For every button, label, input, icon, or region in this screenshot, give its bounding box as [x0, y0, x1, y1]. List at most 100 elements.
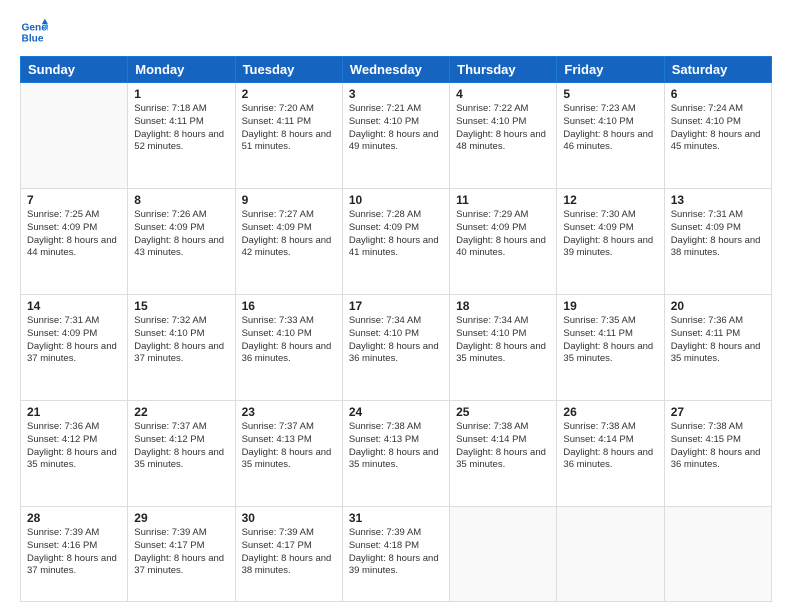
sunset-text: Sunset: 4:15 PM — [671, 434, 765, 447]
day-info: Sunrise: 7:36 AMSunset: 4:11 PMDaylight:… — [671, 315, 765, 366]
calendar-cell: 31Sunrise: 7:39 AMSunset: 4:18 PMDayligh… — [342, 506, 449, 601]
sunset-text: Sunset: 4:11 PM — [563, 328, 657, 341]
daylight-text: Daylight: 8 hours and46 minutes. — [563, 129, 657, 155]
calendar-cell: 27Sunrise: 7:38 AMSunset: 4:15 PMDayligh… — [664, 400, 771, 506]
sunrise-text: Sunrise: 7:24 AM — [671, 103, 765, 116]
calendar-cell — [450, 506, 557, 601]
sunset-text: Sunset: 4:10 PM — [671, 116, 765, 129]
sunrise-text: Sunrise: 7:21 AM — [349, 103, 443, 116]
calendar-cell: 3 Sunrise: 7:21 AMSunset: 4:10 PMDaylight… — [342, 83, 449, 189]
sunrise-text: Sunrise: 7:30 AM — [563, 209, 657, 222]
sunset-text: Sunset: 4:14 PM — [456, 434, 550, 447]
calendar-cell: 17 Sunrise: 7:34 AMSunset: 4:10 PMDayligh… — [342, 294, 449, 400]
calendar-cell: 22 Sunrise: 7:37 AMSunset: 4:12 PMDayligh… — [128, 400, 235, 506]
day-number: 9 — [242, 193, 336, 207]
sunset-text: Sunset: 4:12 PM — [27, 434, 121, 447]
day-info: Sunrise: 7:25 AMSunset: 4:09 PMDaylight:… — [27, 209, 121, 260]
day-number: 1 — [134, 87, 228, 101]
day-info: Sunrise: 7:31 AMSunset: 4:09 PMDaylight:… — [671, 209, 765, 260]
week-row-2: 7Sunrise: 7:25 AMSunset: 4:09 PMDaylight… — [21, 188, 772, 294]
sunrise-text: Sunrise: 7:33 AM — [242, 315, 336, 328]
weekday-header-wednesday: Wednesday — [342, 57, 449, 83]
svg-text:Blue: Blue — [22, 33, 44, 44]
calendar-cell: 19Sunrise: 7:35 AMSunset: 4:11 PMDayligh… — [557, 294, 664, 400]
daylight-text: Daylight: 8 hours and45 minutes. — [671, 129, 765, 155]
day-number: 16 — [242, 299, 336, 313]
sunset-text: Sunset: 4:09 PM — [27, 328, 121, 341]
day-info: Sunrise: 7:34 AMSunset: 4:10 PMDaylight:… — [349, 315, 443, 366]
sunset-text: Sunset: 4:09 PM — [456, 222, 550, 235]
sunrise-text: Sunrise: 7:39 AM — [349, 527, 443, 540]
daylight-text: Daylight: 8 hours and39 minutes. — [563, 235, 657, 261]
day-number: 28 — [27, 511, 121, 525]
daylight-text: Daylight: 8 hours and44 minutes. — [27, 235, 121, 261]
sunset-text: Sunset: 4:11 PM — [671, 328, 765, 341]
calendar-cell: 2Sunrise: 7:20 AMSunset: 4:11 PMDaylight… — [235, 83, 342, 189]
calendar-cell: 12Sunrise: 7:30 AMSunset: 4:09 PMDayligh… — [557, 188, 664, 294]
calendar-cell: 21Sunrise: 7:36 AMSunset: 4:12 PMDayligh… — [21, 400, 128, 506]
day-number: 3 — [349, 87, 443, 101]
day-info: Sunrise: 7:39 AMSunset: 4:17 PMDaylight:… — [242, 527, 336, 578]
day-info: Sunrise: 7:38 AMSunset: 4:15 PMDaylight:… — [671, 421, 765, 472]
daylight-text: Daylight: 8 hours and39 minutes. — [349, 553, 443, 579]
daylight-text: Daylight: 8 hours and35 minutes. — [242, 447, 336, 473]
sunrise-text: Sunrise: 7:34 AM — [349, 315, 443, 328]
sunrise-text: Sunrise: 7:39 AM — [242, 527, 336, 540]
day-number: 19 — [563, 299, 657, 313]
page: General Blue SundayMondayTuesdayWednesda… — [0, 0, 792, 612]
calendar-cell: 28Sunrise: 7:39 AMSunset: 4:16 PMDayligh… — [21, 506, 128, 601]
day-info: Sunrise: 7:20 AMSunset: 4:11 PMDaylight:… — [242, 103, 336, 154]
day-info: Sunrise: 7:18 AMSunset: 4:11 PMDaylight:… — [134, 103, 228, 154]
day-number: 22 — [134, 405, 228, 419]
sunset-text: Sunset: 4:17 PM — [242, 540, 336, 553]
sunset-text: Sunset: 4:13 PM — [349, 434, 443, 447]
daylight-text: Daylight: 8 hours and35 minutes. — [563, 341, 657, 367]
sunset-text: Sunset: 4:10 PM — [134, 328, 228, 341]
day-info: Sunrise: 7:37 AMSunset: 4:12 PMDaylight:… — [134, 421, 228, 472]
sunset-text: Sunset: 4:13 PM — [242, 434, 336, 447]
day-number: 11 — [456, 193, 550, 207]
sunset-text: Sunset: 4:09 PM — [671, 222, 765, 235]
day-info: Sunrise: 7:28 AMSunset: 4:09 PMDaylight:… — [349, 209, 443, 260]
calendar-cell: 1 Sunrise: 7:18 AMSunset: 4:11 PMDaylight… — [128, 83, 235, 189]
sunset-text: Sunset: 4:14 PM — [563, 434, 657, 447]
day-info: Sunrise: 7:38 AMSunset: 4:14 PMDaylight:… — [563, 421, 657, 472]
day-info: Sunrise: 7:21 AMSunset: 4:10 PMDaylight:… — [349, 103, 443, 154]
sunset-text: Sunset: 4:17 PM — [134, 540, 228, 553]
calendar-cell: 13 Sunrise: 7:31 AMSunset: 4:09 PMDayligh… — [664, 188, 771, 294]
sunset-text: Sunset: 4:11 PM — [242, 116, 336, 129]
sunrise-text: Sunrise: 7:18 AM — [134, 103, 228, 116]
calendar-cell: 4Sunrise: 7:22 AMSunset: 4:10 PMDaylight… — [450, 83, 557, 189]
day-info: Sunrise: 7:23 AMSunset: 4:10 PMDaylight:… — [563, 103, 657, 154]
sunrise-text: Sunrise: 7:28 AM — [349, 209, 443, 222]
week-row-3: 14Sunrise: 7:31 AMSunset: 4:09 PMDayligh… — [21, 294, 772, 400]
sunset-text: Sunset: 4:10 PM — [242, 328, 336, 341]
daylight-text: Daylight: 8 hours and37 minutes. — [134, 553, 228, 579]
logo: General Blue — [20, 18, 54, 46]
sunrise-text: Sunrise: 7:38 AM — [671, 421, 765, 434]
day-number: 13 — [671, 193, 765, 207]
day-number: 17 — [349, 299, 443, 313]
sunrise-text: Sunrise: 7:25 AM — [27, 209, 121, 222]
day-number: 14 — [27, 299, 121, 313]
sunrise-text: Sunrise: 7:38 AM — [349, 421, 443, 434]
sunrise-text: Sunrise: 7:38 AM — [563, 421, 657, 434]
sunrise-text: Sunrise: 7:37 AM — [242, 421, 336, 434]
calendar-cell: 10Sunrise: 7:28 AMSunset: 4:09 PMDayligh… — [342, 188, 449, 294]
sunrise-text: Sunrise: 7:36 AM — [27, 421, 121, 434]
daylight-text: Daylight: 8 hours and35 minutes. — [134, 447, 228, 473]
daylight-text: Daylight: 8 hours and35 minutes. — [27, 447, 121, 473]
sunrise-text: Sunrise: 7:38 AM — [456, 421, 550, 434]
daylight-text: Daylight: 8 hours and40 minutes. — [456, 235, 550, 261]
calendar-cell: 16Sunrise: 7:33 AMSunset: 4:10 PMDayligh… — [235, 294, 342, 400]
week-row-4: 21Sunrise: 7:36 AMSunset: 4:12 PMDayligh… — [21, 400, 772, 506]
calendar-table: SundayMondayTuesdayWednesdayThursdayFrid… — [20, 56, 772, 602]
sunset-text: Sunset: 4:10 PM — [349, 116, 443, 129]
calendar-cell: 23Sunrise: 7:37 AMSunset: 4:13 PMDayligh… — [235, 400, 342, 506]
sunrise-text: Sunrise: 7:39 AM — [134, 527, 228, 540]
calendar-cell: 30Sunrise: 7:39 AMSunset: 4:17 PMDayligh… — [235, 506, 342, 601]
sunrise-text: Sunrise: 7:22 AM — [456, 103, 550, 116]
daylight-text: Daylight: 8 hours and36 minutes. — [563, 447, 657, 473]
daylight-text: Daylight: 8 hours and38 minutes. — [671, 235, 765, 261]
day-info: Sunrise: 7:38 AMSunset: 4:13 PMDaylight:… — [349, 421, 443, 472]
